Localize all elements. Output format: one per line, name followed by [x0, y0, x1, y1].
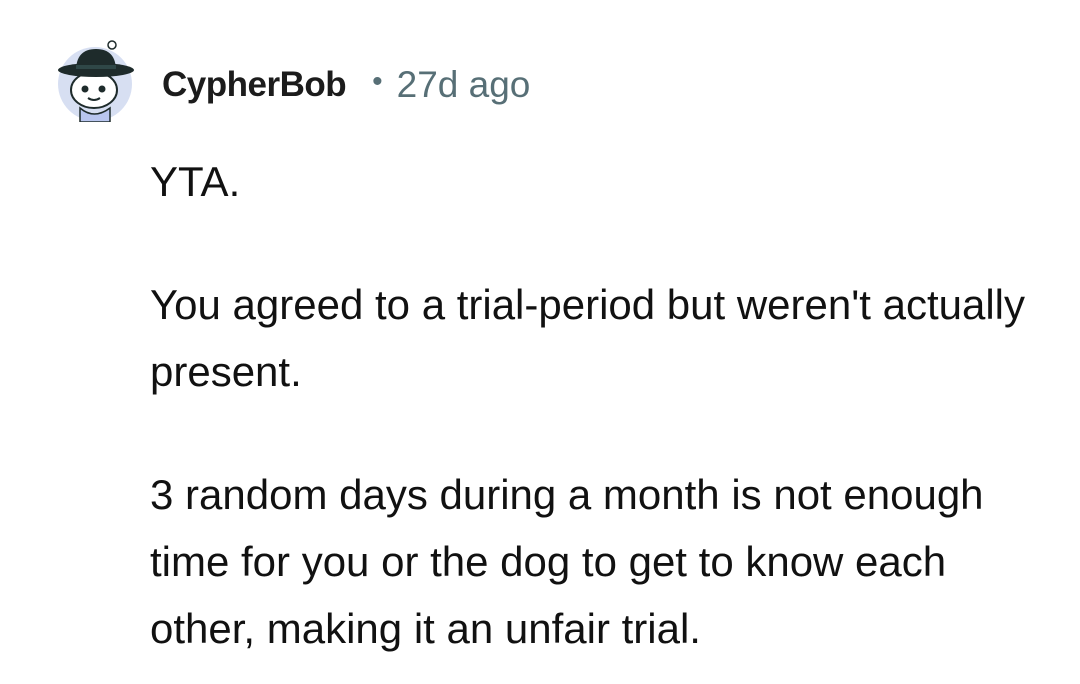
avatar[interactable]: [56, 40, 134, 123]
comment-meta: CypherBob • 27d ago: [162, 62, 530, 108]
comment-paragraph: 3 random days during a month is not enou…: [150, 471, 984, 652]
comment-paragraph: You agreed to a trial-period but weren't…: [150, 281, 1026, 395]
meta-separator: •: [372, 65, 383, 98]
author-name[interactable]: CypherBob: [162, 65, 347, 105]
comment: CypherBob • 27d ago YTA. You agreed to a…: [0, 0, 1080, 684]
snoo-avatar-icon: [58, 40, 134, 123]
comment-age[interactable]: 27d ago: [397, 64, 531, 106]
comment-body: YTA. You agreed to a trial-period but we…: [150, 148, 1050, 662]
comment-paragraph: YTA.: [150, 158, 241, 205]
